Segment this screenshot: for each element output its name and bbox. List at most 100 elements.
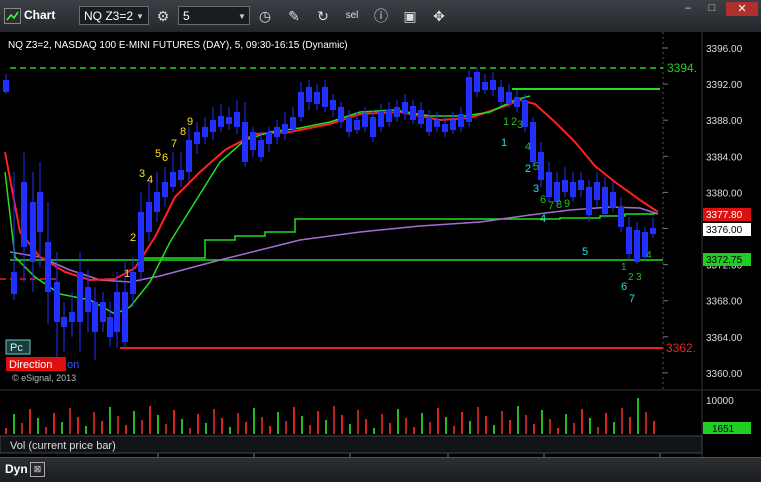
candle-body — [626, 227, 632, 254]
candle-body — [338, 107, 344, 122]
volume-bar — [429, 422, 431, 434]
volume-bar — [373, 428, 375, 434]
green-count-label: 6 — [540, 194, 546, 206]
window-title: Chart — [24, 8, 56, 22]
candle-body — [354, 120, 360, 130]
candle-body — [162, 182, 168, 197]
volume-bar — [53, 413, 55, 434]
crosshair-icon[interactable]: ✥ — [428, 5, 450, 27]
candle-body — [602, 187, 608, 214]
green-count-label: 1 — [503, 116, 509, 128]
volume-bar — [253, 408, 255, 434]
candle-body — [410, 106, 416, 120]
candle-body — [586, 187, 592, 215]
template-icon[interactable]: ▣ — [399, 5, 421, 27]
volume-bar — [501, 411, 503, 434]
volume-bar — [269, 426, 271, 434]
candle-body — [186, 140, 192, 172]
pc-label[interactable]: Pc — [10, 342, 23, 354]
price-chart[interactable]: 3396.00 3392.00 3388.00 3384.00 3380.00 3376.… — [0, 32, 761, 457]
direction-suffix: on — [67, 359, 79, 371]
price-tick-label: 3388.00 — [706, 116, 743, 127]
volume-bar — [493, 425, 495, 434]
maximize-button[interactable]: □ — [702, 2, 722, 16]
volume-bar — [341, 415, 343, 434]
svg-text:3372.75: 3372.75 — [706, 255, 743, 266]
cyan-count-label: 3 — [533, 183, 539, 195]
info-icon[interactable]: ⓘ — [370, 5, 392, 27]
candle-body — [130, 272, 136, 294]
candle-body — [37, 192, 43, 232]
volume-bar — [173, 410, 175, 434]
yellow-count-label: 9 — [187, 116, 193, 128]
refresh-icon[interactable]: ↻ — [312, 5, 334, 27]
green-late-count-label: 2 — [628, 272, 634, 283]
volume-bar — [21, 423, 23, 434]
minimize-button[interactable]: – — [678, 2, 698, 16]
candle-body — [570, 182, 576, 197]
candle-body — [210, 120, 216, 132]
candle-body — [514, 97, 520, 107]
candle-body — [442, 124, 448, 132]
volume-bar — [421, 413, 423, 434]
candle-body — [578, 180, 584, 190]
volume-bar — [445, 417, 447, 434]
volume-bar — [77, 417, 79, 434]
volume-bar — [389, 423, 391, 434]
volume-bar — [301, 416, 303, 434]
volume-bar — [205, 423, 207, 434]
candle-body — [77, 272, 83, 322]
volume-bar — [317, 411, 319, 434]
volume-bar — [533, 424, 535, 434]
candle-body — [562, 180, 568, 192]
volume-bar — [549, 419, 551, 434]
cyan-count-label: 1 — [501, 137, 507, 149]
candle-body — [61, 317, 67, 327]
yellow-count-label: 7 — [171, 138, 177, 150]
candle-body — [450, 120, 456, 130]
direction-label[interactable]: Direction — [9, 359, 52, 371]
volume-bar — [653, 421, 655, 434]
volume-bar — [509, 420, 511, 434]
candle-body — [394, 107, 400, 117]
symbol-dropdown-icon[interactable]: ▼ — [136, 12, 144, 21]
clock-icon[interactable]: ◷ — [254, 5, 276, 27]
volume-bar — [541, 410, 543, 434]
volume-bar — [565, 414, 567, 434]
green-count-label: 9 — [564, 198, 570, 210]
pencil-icon[interactable]: ✎ — [283, 5, 305, 27]
volume-bar — [189, 428, 191, 434]
volume-bar — [349, 424, 351, 434]
volume-bar — [285, 421, 287, 434]
price-tick-label: 3396.00 — [706, 44, 743, 55]
candle-body — [498, 87, 504, 102]
yellow-count-label: 3 — [139, 168, 145, 180]
volume-bar — [13, 414, 15, 434]
candle-body — [418, 110, 424, 124]
candle-body — [122, 292, 128, 342]
green-count-label: 3 — [517, 119, 523, 131]
volume-bar — [309, 425, 311, 434]
candle-body — [3, 80, 9, 92]
price-tick-label: 3392.00 — [706, 80, 743, 91]
dyn-mode-label[interactable]: Dyn — [5, 462, 28, 476]
settings-gear-icon[interactable]: ⚙ — [152, 5, 174, 27]
candle-body — [314, 92, 320, 104]
candle-body — [618, 207, 624, 227]
close-button[interactable]: ✕ — [726, 2, 758, 16]
candle-body — [458, 114, 464, 127]
volume-bar — [141, 420, 143, 434]
yellow-count-label: 6 — [162, 152, 168, 164]
mode-toggle-icon[interactable]: ⊠ — [30, 462, 45, 477]
candle-body — [594, 182, 600, 200]
interval-dropdown-icon[interactable]: ▼ — [238, 12, 246, 21]
candle-body — [402, 102, 408, 114]
lower-level-tag: 3362. — [666, 341, 696, 355]
volume-bar — [621, 408, 623, 434]
candle-body — [258, 140, 264, 157]
volume-bar — [37, 418, 39, 434]
link-icon[interactable]: sel — [341, 5, 363, 27]
svg-text:3362.: 3362. — [666, 341, 696, 355]
volume-bar — [245, 422, 247, 434]
price-tick-label: 3360.00 — [706, 369, 743, 380]
